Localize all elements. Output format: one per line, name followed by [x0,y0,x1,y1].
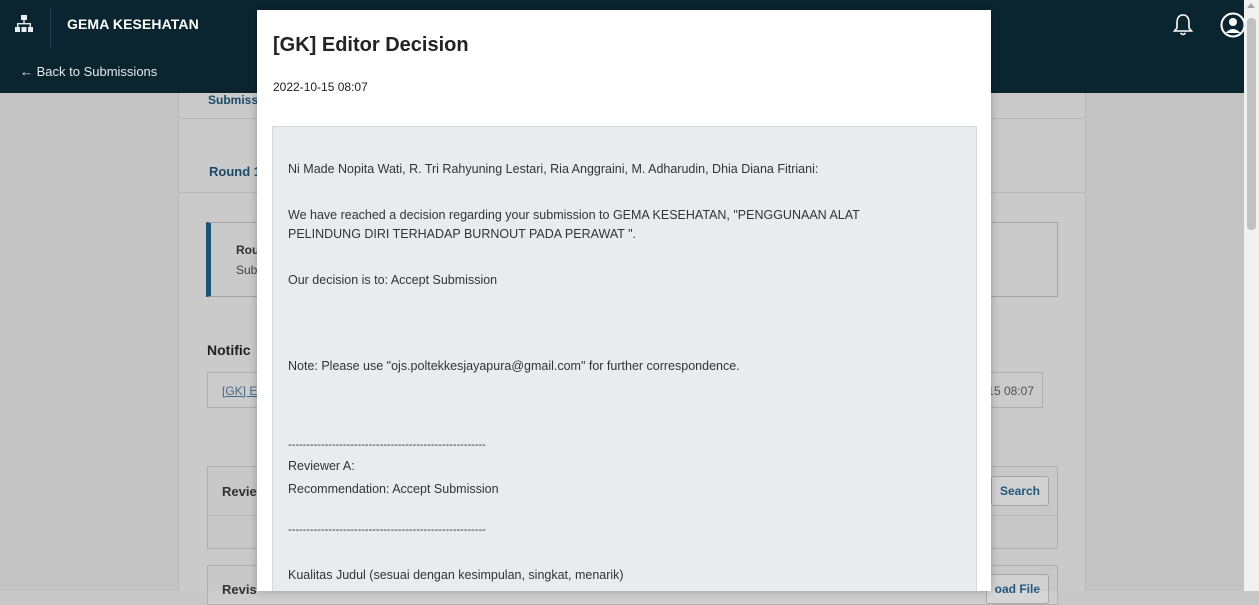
modal-date: 2022-10-15 08:07 [273,80,368,94]
back-to-submissions-link[interactable]: ← Back to Submissions [20,64,157,79]
email-body: Ni Made Nopita Wati, R. Tri Rahyuning Le… [272,126,977,591]
email-decision: Our decision is to: Accept Submission [288,273,498,287]
bell-icon[interactable] [1172,13,1194,37]
sitemap-icon[interactable] [14,14,34,34]
editor-decision-modal: [GK] Editor Decision 2022-10-15 08:07 Ni… [257,10,991,591]
scroll-up-arrow-icon[interactable] [1247,3,1255,8]
user-account-icon[interactable] [1220,12,1246,38]
journal-name[interactable]: GEMA KESEHATAN [67,16,199,32]
modal-title: [GK] Editor Decision [273,34,469,56]
email-reviewer: Reviewer A: [288,459,355,473]
email-note: Note: Please use "ojs.poltekkesjayapura@… [288,359,740,373]
scrollbar-thumb[interactable] [1247,18,1256,230]
email-salutation: Ni Made Nopita Wati, R. Tri Rahyuning Le… [288,162,819,176]
email-recommendation: Recommendation: Accept Submission [288,482,499,496]
email-separator: ----------------------------------------… [288,439,486,451]
header-divider [50,8,51,48]
email-criterion: Kualitas Judul (sesuai dengan kesimpulan… [288,568,624,582]
email-separator: ----------------------------------------… [288,524,486,536]
email-intro: We have reached a decision regarding you… [288,208,860,241]
page-scrollbar[interactable] [1244,0,1259,591]
